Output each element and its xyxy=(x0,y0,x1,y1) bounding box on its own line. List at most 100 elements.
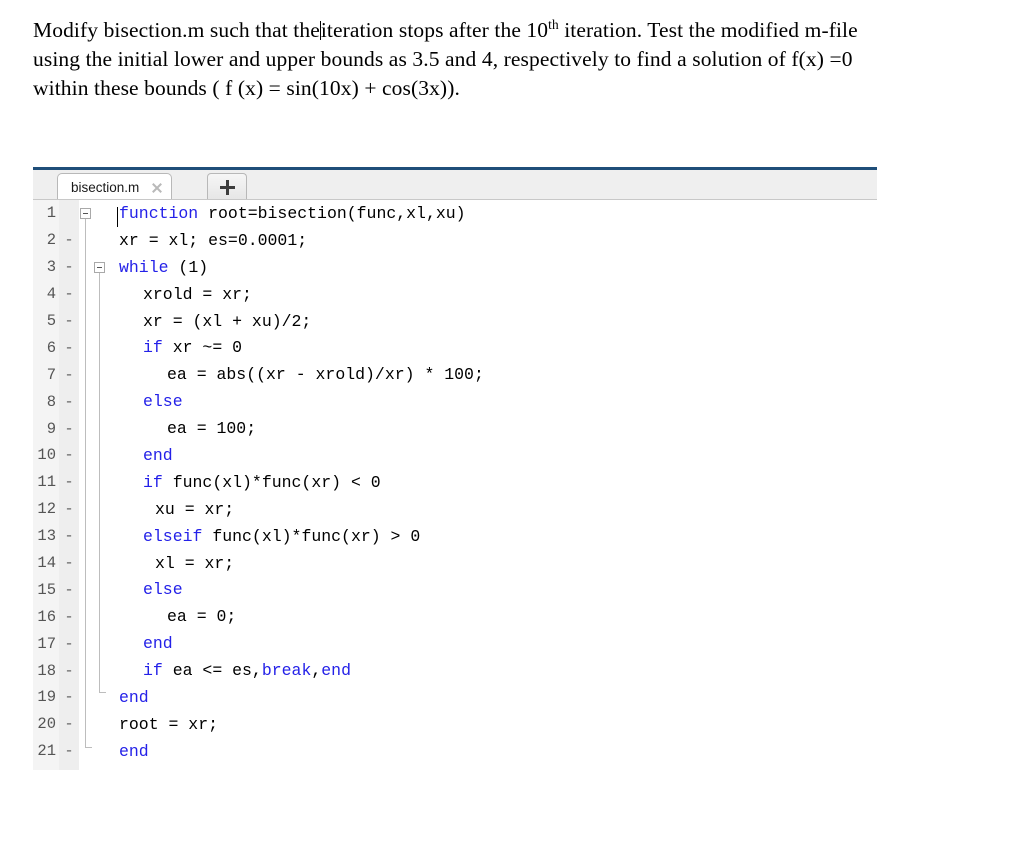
breakpoint-marker[interactable]: - xyxy=(59,393,79,411)
fold-column xyxy=(79,442,117,469)
breakpoint-marker[interactable]: - xyxy=(59,662,79,680)
breakpoint-marker[interactable]: - xyxy=(59,500,79,518)
code-line[interactable]: 8- else xyxy=(33,388,877,415)
code-line[interactable]: 4-xrold = xr; xyxy=(33,281,877,308)
code-text[interactable]: else xyxy=(117,580,877,599)
new-tab-button[interactable] xyxy=(207,173,247,200)
fold-column xyxy=(79,630,117,657)
close-icon[interactable] xyxy=(150,181,163,194)
code-pane[interactable]: 1function root=bisection(func,xl,xu)2-xr… xyxy=(33,200,877,780)
code-line[interactable]: 10-end xyxy=(33,442,877,469)
code-line[interactable]: 17-end xyxy=(33,630,877,657)
code-text[interactable]: end xyxy=(117,742,877,761)
line-number: 21 xyxy=(33,742,59,760)
breakpoint-marker[interactable]: - xyxy=(59,608,79,626)
matlab-editor-window: bisection.m 1function root=bisection(fun… xyxy=(33,167,877,780)
code-text[interactable]: xr = (xl + xu)/2; xyxy=(117,312,877,331)
code-text[interactable]: end xyxy=(117,688,877,707)
breakpoint-marker[interactable]: - xyxy=(59,231,79,249)
code-line[interactable]: 20-root = xr; xyxy=(33,711,877,738)
breakpoint-marker[interactable]: - xyxy=(59,446,79,464)
code-line[interactable]: 11- if func(xl)*func(xr) < 0 xyxy=(33,469,877,496)
code-lines[interactable]: 1function root=bisection(func,xl,xu)2-xr… xyxy=(33,200,877,765)
line-number: 16 xyxy=(33,608,59,626)
code-keyword: end xyxy=(119,742,149,761)
breakpoint-marker[interactable]: - xyxy=(59,339,79,357)
code-line[interactable]: 15-else xyxy=(33,576,877,603)
code-keyword: end xyxy=(143,446,173,465)
breakpoint-marker[interactable]: - xyxy=(59,258,79,276)
line-number: 9 xyxy=(33,420,59,438)
code-line[interactable]: 18-if ea <= es,break,end xyxy=(33,657,877,684)
line-number: 11 xyxy=(33,473,59,491)
breakpoint-marker[interactable]: - xyxy=(59,581,79,599)
code-line[interactable]: 6-if xr ~= 0 xyxy=(33,334,877,361)
fold-collapse-icon[interactable] xyxy=(94,262,105,273)
code-text[interactable]: end xyxy=(117,446,877,465)
code-text[interactable]: xr = xl; es=0.0001; xyxy=(117,231,877,250)
breakpoint-marker[interactable]: - xyxy=(59,285,79,303)
code-text[interactable]: xu = xr; xyxy=(117,500,877,519)
code-text[interactable]: if func(xl)*func(xr) < 0 xyxy=(117,473,877,492)
code-line[interactable]: 12-xu = xr; xyxy=(33,496,877,523)
question-line-2: using the initial lower and upper bounds… xyxy=(33,45,963,74)
line-number: 14 xyxy=(33,554,59,572)
breakpoint-marker[interactable]: - xyxy=(59,554,79,572)
code-text[interactable]: while (1) xyxy=(117,258,877,277)
fold-column xyxy=(79,388,117,415)
code-text[interactable]: ea = abs((xr - xrold)/xr) * 100; xyxy=(117,365,877,384)
code-token: xr = (xl + xu)/2; xyxy=(143,312,311,331)
code-line[interactable]: 2-xr = xl; es=0.0001; xyxy=(33,227,877,254)
code-line[interactable]: 16- ea = 0; xyxy=(33,603,877,630)
code-line[interactable]: 7-ea = abs((xr - xrold)/xr) * 100; xyxy=(33,361,877,388)
breakpoint-marker[interactable]: - xyxy=(59,527,79,545)
code-text[interactable]: ea = 100; xyxy=(117,419,877,438)
code-line[interactable]: 19-end xyxy=(33,684,877,711)
code-line[interactable]: 14- xl = xr; xyxy=(33,550,877,577)
tab-bisection-m[interactable]: bisection.m xyxy=(57,173,172,200)
tab-label: bisection.m xyxy=(71,180,139,195)
code-text[interactable]: xl = xr; xyxy=(117,554,877,573)
code-text[interactable]: if ea <= es,break,end xyxy=(117,661,877,680)
code-text[interactable]: if xr ~= 0 xyxy=(117,338,877,357)
fold-collapse-icon[interactable] xyxy=(80,208,91,219)
fold-column xyxy=(79,227,117,254)
code-keyword: function xyxy=(119,204,198,223)
breakpoint-marker[interactable]: - xyxy=(59,742,79,760)
code-line[interactable]: 1function root=bisection(func,xl,xu) xyxy=(33,200,877,227)
line-number: 5 xyxy=(33,312,59,330)
fold-column xyxy=(79,308,117,335)
code-text[interactable]: xrold = xr; xyxy=(117,285,877,304)
line-number: 8 xyxy=(33,393,59,411)
code-line[interactable]: 3-while (1) xyxy=(33,254,877,281)
code-line[interactable]: 9- ea = 100; xyxy=(33,415,877,442)
line-number: 13 xyxy=(33,527,59,545)
code-text[interactable]: root = xr; xyxy=(117,715,877,734)
fold-column xyxy=(79,576,117,603)
code-text[interactable]: elseif func(xl)*func(xr) > 0 xyxy=(117,527,877,546)
fold-column xyxy=(79,496,117,523)
code-text[interactable]: end xyxy=(117,634,877,653)
breakpoint-marker[interactable]: - xyxy=(59,420,79,438)
breakpoint-marker[interactable]: - xyxy=(59,366,79,384)
breakpoint-marker[interactable]: - xyxy=(59,715,79,733)
fold-column xyxy=(79,415,117,442)
question-line-1-part-b: iteration stops after the 10 xyxy=(321,18,548,42)
code-line[interactable]: 5- xr = (xl + xu)/2; xyxy=(33,308,877,335)
ordinal-suffix: th xyxy=(548,17,559,32)
code-token: ea <= es, xyxy=(163,661,262,680)
code-line[interactable]: 21- end xyxy=(33,738,877,765)
fold-column xyxy=(79,334,117,361)
fold-column xyxy=(79,738,117,765)
code-keyword: end xyxy=(321,661,351,680)
code-keyword: if xyxy=(143,338,163,357)
code-text[interactable]: function root=bisection(func,xl,xu) xyxy=(117,204,877,223)
breakpoint-marker[interactable]: - xyxy=(59,635,79,653)
breakpoint-marker[interactable]: - xyxy=(59,473,79,491)
breakpoint-marker[interactable]: - xyxy=(59,688,79,706)
code-line[interactable]: 13- elseif func(xl)*func(xr) > 0 xyxy=(33,523,877,550)
code-text[interactable]: ea = 0; xyxy=(117,607,877,626)
fold-column xyxy=(79,657,117,684)
code-text[interactable]: else xyxy=(117,392,877,411)
breakpoint-marker[interactable]: - xyxy=(59,312,79,330)
